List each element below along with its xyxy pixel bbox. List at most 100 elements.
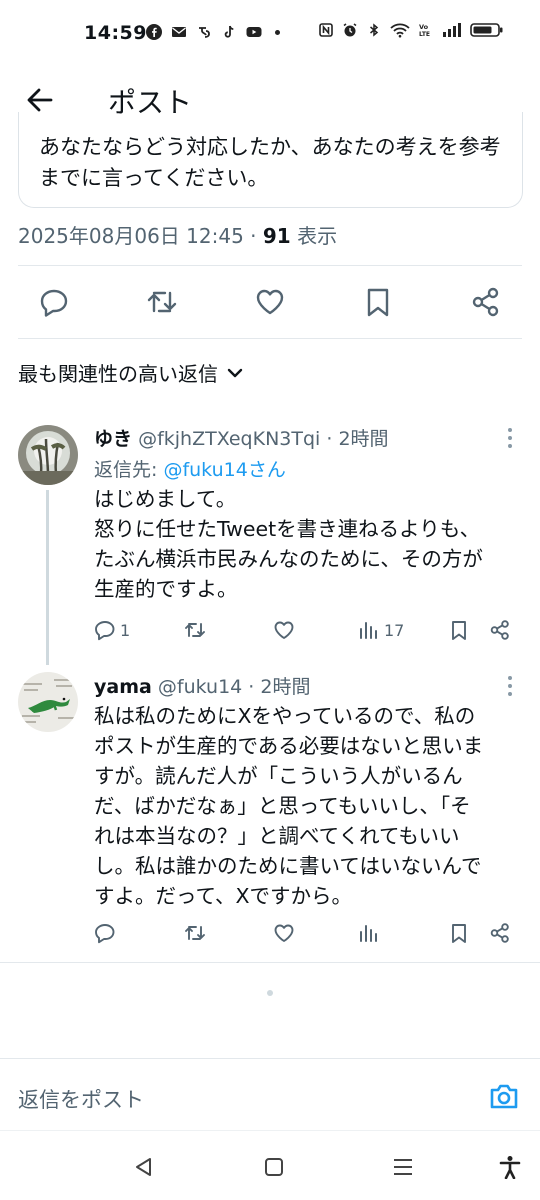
mail-icon (171, 24, 187, 40)
repost-icon (185, 926, 205, 940)
bookmark-button[interactable] (448, 619, 470, 641)
more-options-button[interactable] (500, 674, 520, 698)
share-icon (472, 287, 499, 317)
reply-text: 私は私のためにXをやっているので、私の ポストが生産的である必要はないと思いま … (94, 701, 526, 911)
bluetooth-icon (366, 22, 382, 38)
quoted-post-card[interactable]: あなたならどう対応したか、あなたの考えを参考までに言ってください。 (18, 112, 523, 208)
accessibility-button[interactable] (498, 1155, 522, 1179)
status-system-icons: Vo LTE (318, 22, 504, 38)
heart-icon (274, 924, 294, 942)
reply-text-line: すよ。だって、Xですから。 (94, 884, 352, 908)
reply-text-line: 私は私のためにXをやっているので、私の (94, 704, 476, 728)
reply-icon (95, 621, 115, 641)
post-timestamp-views: 2025年08月06日 12:45 · 91 表示 (18, 220, 337, 249)
analytics-icon (360, 622, 377, 639)
author-name[interactable]: yama (94, 676, 152, 698)
more-options-button[interactable] (500, 426, 520, 450)
nfc-icon (318, 22, 334, 38)
views-button[interactable] (358, 922, 380, 944)
reply-time: · 2時間 (242, 676, 311, 698)
bookmark-button[interactable] (448, 922, 470, 944)
share-button[interactable] (470, 286, 502, 318)
like-button[interactable] (273, 922, 295, 944)
reply-action-bar: 1 17 (0, 619, 540, 649)
reply-text-line: れは本当なの？」と調べてくれてもいい (94, 824, 460, 848)
reply-button[interactable]: 1 (94, 619, 130, 641)
dot-icon (275, 29, 280, 35)
youtube-icon (246, 24, 262, 40)
status-bar: 14:59 Vo LTE (0, 0, 540, 70)
status-time: 14:59 (84, 22, 147, 44)
square-home-icon (265, 1158, 283, 1176)
reply-button[interactable] (94, 922, 116, 944)
share-button[interactable] (489, 922, 511, 944)
reply-icon (40, 289, 68, 317)
reply-header: yama @fuku14 · 2時間 (94, 672, 310, 699)
nav-recents-button[interactable] (391, 1155, 415, 1179)
heart-icon (274, 621, 294, 639)
reply-compose-bar[interactable]: 返信をポスト (0, 1058, 540, 1130)
reply-icon (95, 924, 115, 944)
share-icon (490, 923, 509, 943)
quoted-post-text: あなたならどう対応したか、あなたの考えを参考までに言ってください。 (39, 135, 501, 190)
share-icon (490, 620, 509, 640)
bookmark-button[interactable] (362, 286, 394, 318)
like-button[interactable] (273, 619, 295, 641)
signal-icon (442, 22, 462, 38)
reply-button[interactable] (38, 286, 70, 318)
menu-lines-icon (394, 1159, 412, 1175)
repost-button[interactable] (184, 922, 206, 944)
compose-placeholder[interactable]: 返信をポスト (18, 1084, 144, 1114)
reply-to-line: 返信先: @fuku14さん (94, 455, 286, 482)
triangle-back-icon (136, 1158, 151, 1176)
post-action-bar (0, 266, 540, 338)
system-nav-bar (0, 1130, 540, 1200)
reply-item[interactable]: ゆき @fkjhZTXeqKN3Tqi · 2時間 返信先: @fuku14さん… (0, 420, 540, 665)
share-button[interactable] (489, 619, 511, 641)
alarm-icon (342, 22, 358, 38)
reply-text-line: ポストが生産的である必要はないと思いま (94, 734, 484, 758)
like-button[interactable] (254, 286, 286, 318)
reply-text-line: 怒りに任せたTweetを書き連ねるよりも、 (94, 517, 481, 541)
repost-button[interactable] (146, 286, 178, 318)
views-count: 17 (384, 620, 405, 640)
reply-text: はじめまして。 怒りに任せたTweetを書き連ねるよりも、 たぶん横浜市民みんな… (94, 484, 526, 604)
nav-home-button[interactable] (262, 1155, 286, 1179)
bookmark-icon (452, 924, 466, 943)
camera-button[interactable] (488, 1081, 520, 1111)
analytics-icon (360, 925, 377, 942)
views-label: 表示 (290, 224, 338, 248)
author-name[interactable]: ゆき (94, 428, 132, 450)
arrow-left-icon (27, 88, 53, 112)
reply-to-mention[interactable]: @fuku14さん (163, 459, 285, 481)
reply-text-line: し。私は誰かのために書いてはいないんで (94, 854, 482, 878)
reply-time: · 2時間 (320, 428, 389, 450)
status-notification-icons (146, 24, 280, 40)
nav-back-button[interactable] (132, 1155, 156, 1179)
reply-text-line: すが。読んだ人が「こういう人がいるん (94, 764, 463, 788)
repost-icon (147, 291, 177, 313)
reply-to-prefix: 返信先: (94, 459, 164, 481)
more-vertical-icon (508, 428, 512, 448)
repost-button[interactable] (184, 619, 206, 641)
heart-icon (256, 289, 284, 315)
facebook-icon (146, 24, 162, 40)
views-count: 91 (262, 224, 291, 248)
loading-indicator (267, 990, 273, 996)
volte-icon: Vo LTE (418, 22, 434, 38)
views-button[interactable]: 17 (358, 619, 404, 641)
reply-text-line: はじめまして。 (94, 487, 237, 511)
chevron-down-icon (227, 368, 243, 377)
reply-sort-dropdown[interactable]: 最も関連性の高い返信 (18, 358, 244, 387)
reply-item[interactable]: yama @fuku14 · 2時間 私は私のためにXをやっているので、私の ポ… (0, 672, 540, 952)
reply-text-line: たぶん横浜市民みんなのために、その方が (94, 547, 483, 571)
avatar[interactable] (18, 672, 78, 732)
more-vertical-icon (508, 676, 512, 696)
avatar[interactable] (18, 425, 78, 485)
wifi-icon (390, 22, 410, 38)
camera-icon (490, 1084, 518, 1109)
accessibility-icon (499, 1156, 521, 1179)
sort-label: 最も関連性の高い返信 (18, 362, 218, 386)
divider (0, 962, 540, 963)
app-icon (196, 24, 212, 40)
